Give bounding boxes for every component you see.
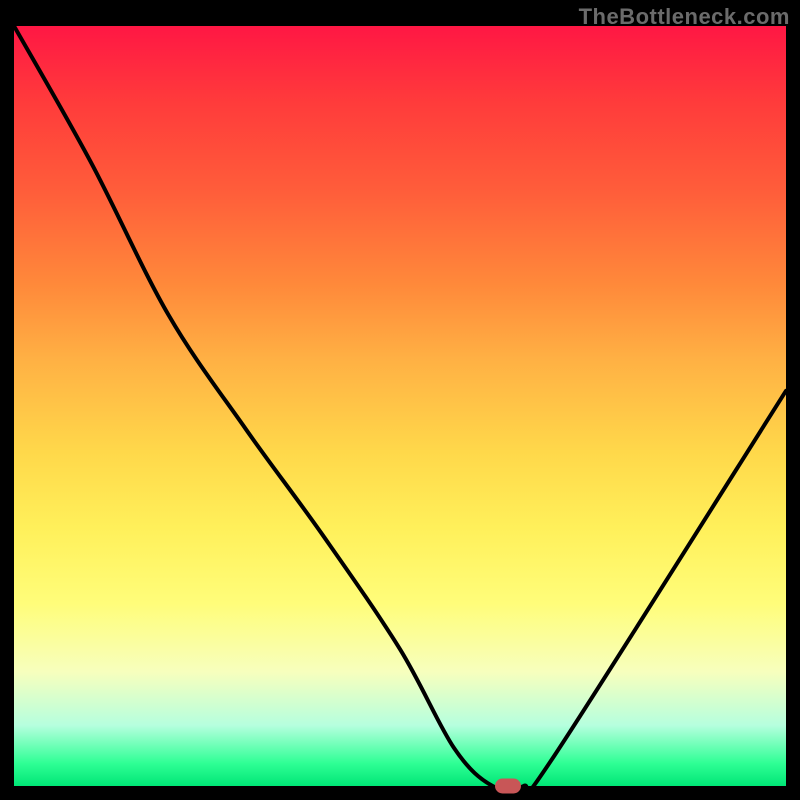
bottleneck-curve: [14, 26, 786, 786]
app-frame: TheBottleneck.com: [0, 0, 800, 800]
plot-area: [14, 26, 786, 786]
optimum-marker: [495, 779, 521, 794]
